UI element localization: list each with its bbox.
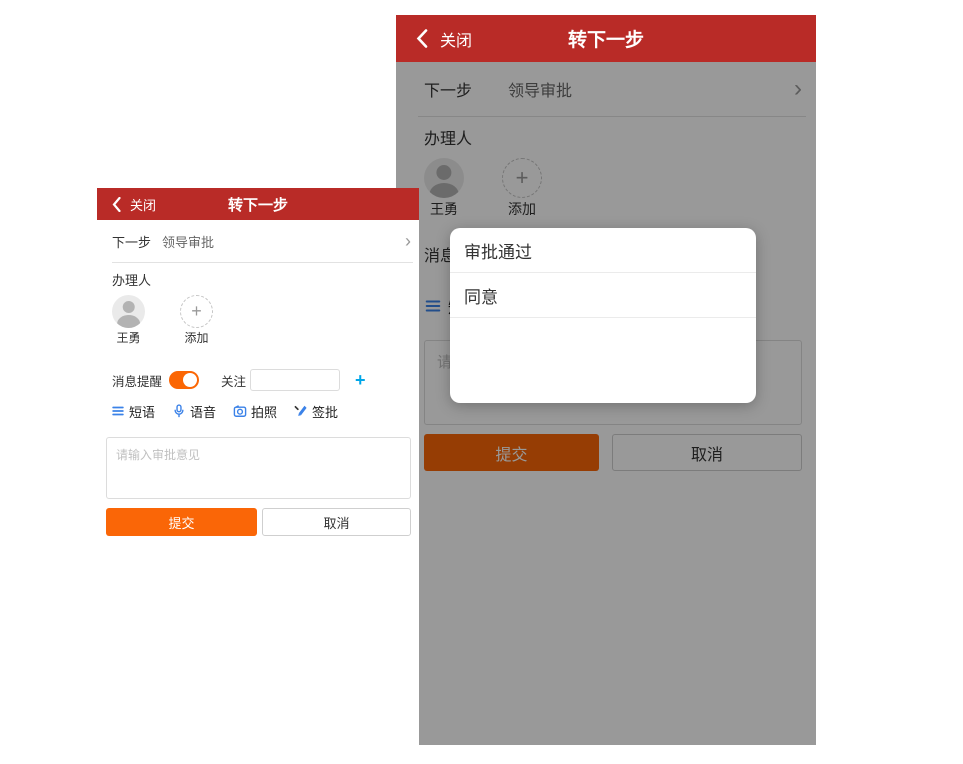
next-step-screen: 关闭 转下一步 下一步 领导审批 › 办理人 王勇 + 添加 消息提醒 关注 + [97,188,419,764]
divider [112,262,413,263]
phrase-picker-popup: 审批通过 同意 [450,228,756,403]
reminder-label: 消息提醒 [112,371,162,390]
tool-phrases[interactable]: 短语 [111,402,155,421]
next-step-row[interactable]: 下一步 领导审批 › [97,220,419,262]
next-step-value: 领导审批 [162,232,405,251]
header-bar: 关闭 转下一步 [97,188,419,220]
add-follow-icon[interactable]: + [355,371,366,389]
submit-button[interactable]: 提交 [106,508,257,536]
chevron-right-icon: › [405,232,411,250]
phrase-option[interactable]: 审批通过 [450,228,756,273]
form-body: 下一步 领导审批 › 办理人 王勇 + 添加 消息提醒 关注 + [97,220,419,536]
microphone-icon [172,404,186,418]
next-step-label: 下一步 [112,232,162,251]
tool-photo[interactable]: 拍照 [233,402,277,421]
add-handler-button[interactable]: + 添加 [180,295,213,345]
cancel-button[interactable]: 取消 [262,508,411,536]
close-label: 关闭 [130,195,156,214]
modal-dim-overlay[interactable] [396,62,816,745]
handler-name: 王勇 [116,331,140,345]
close-button[interactable]: 关闭 [416,27,472,51]
reminder-toggle[interactable] [169,371,199,389]
follow-label: 关注 [221,371,246,390]
phrase-option[interactable]: 同意 [450,273,756,318]
close-button[interactable]: 关闭 [112,195,156,214]
handler-list: 王勇 + 添加 [112,295,419,345]
form-body: 下一步 领导审批 › 办理人 王勇 + 添加 消息提醒 关注 + [396,62,816,745]
action-buttons: 提交 取消 [106,508,411,536]
plus-circle-icon: + [180,295,213,328]
handler-label: 办理人 [112,272,419,289]
comment-textarea[interactable] [106,437,411,499]
tool-row: 短语 语音 拍照 签批 [97,401,419,421]
tool-voice[interactable]: 语音 [172,402,216,421]
back-chevron-icon [112,197,121,212]
message-reminder-row: 消息提醒 关注 + [97,367,419,393]
follow-input[interactable] [250,369,340,391]
header-bar: 关闭 转下一步 [396,15,816,62]
pen-icon [294,404,308,418]
handler-user[interactable]: 王勇 [112,295,145,345]
back-chevron-icon [416,29,428,48]
user-avatar-icon [112,295,145,328]
camera-icon [233,404,247,418]
add-label: 添加 [184,331,208,345]
next-step-screen-dimmed: 关闭 转下一步 下一步 领导审批 › 办理人 王勇 + 添加 消息提醒 关注 + [396,15,816,745]
phrases-icon [111,404,125,418]
tool-sign[interactable]: 签批 [294,402,338,421]
close-label: 关闭 [440,27,472,51]
